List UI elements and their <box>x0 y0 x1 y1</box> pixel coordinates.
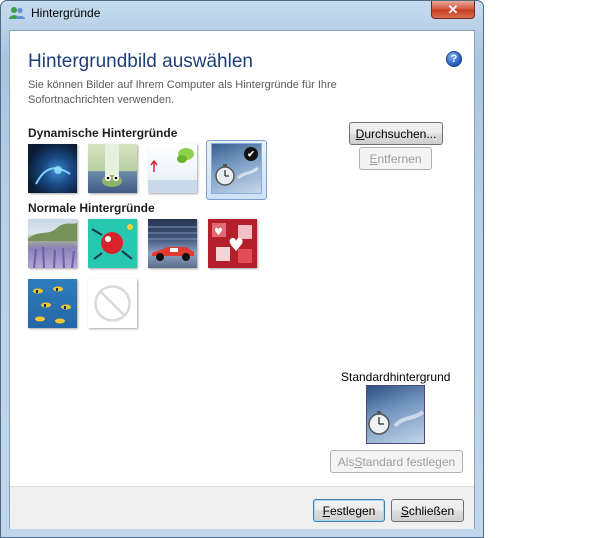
standard-background-thumb <box>366 385 425 444</box>
dynamic-bg-blue-creatures[interactable] <box>28 144 77 193</box>
dialog-content: Hintergrundbild auswählen ? Sie können B… <box>9 30 475 529</box>
messenger-buddies-icon <box>9 6 25 20</box>
close-button[interactable]: Schließen <box>391 499 464 522</box>
close-label: chließen <box>408 503 455 518</box>
apply-mnemonic: F <box>322 503 330 518</box>
set-default-mnemonic: S <box>354 454 363 469</box>
svg-text:♥: ♥ <box>228 235 244 256</box>
browse-button[interactable]: Durchsuchen... <box>349 122 443 145</box>
description-text: Sie können Bilder auf Ihrem Computer als… <box>28 79 337 106</box>
normal-bg-fish[interactable] <box>28 279 77 328</box>
normal-bg-race-car[interactable] <box>148 219 197 268</box>
close-icon: ✕ <box>447 1 459 17</box>
normal-bg-none[interactable] <box>88 279 137 328</box>
set-default-pre: Als <box>337 454 355 469</box>
dynamic-section-label: Dynamische Hintergründe <box>28 126 178 140</box>
dialog-footer: Festlegen Schließen <box>10 487 474 529</box>
set-default-post: tandard festlegen <box>362 454 456 469</box>
remove-button[interactable]: Entfernen <box>359 147 432 170</box>
checkmark-icon: ✔ <box>244 147 258 161</box>
dynamic-bg-cartoon-character[interactable] <box>88 144 137 193</box>
normal-section-label: Normale Hintergründe <box>28 201 155 215</box>
close-window-button[interactable]: ✕ <box>431 1 475 19</box>
dynamic-bg-green-butterfly[interactable] <box>148 144 197 193</box>
close-mnemonic: S <box>400 503 409 518</box>
dialog-window: Hintergründe ✕ Hintergrundbild auswählen… <box>0 0 484 538</box>
title-bar[interactable]: Hintergründe ✕ <box>1 1 483 25</box>
help-icon[interactable]: ? <box>446 51 462 67</box>
window-title: Hintergründe <box>31 6 101 20</box>
apply-button[interactable]: Festlegen <box>313 499 385 522</box>
page-title: Hintergrundbild auswählen <box>28 51 253 72</box>
remove-label: ntfernen <box>377 151 422 166</box>
dynamic-bg-stopwatch[interactable]: ✔ <box>211 143 262 194</box>
normal-bg-lavender[interactable] <box>28 219 77 268</box>
svg-text:♥: ♥ <box>214 227 223 238</box>
set-as-default-button[interactable]: Als Standard festlegen <box>330 450 463 473</box>
normal-bg-frog-turquoise[interactable] <box>88 219 137 268</box>
standard-background-label: Standardhintergrund <box>341 370 451 384</box>
help-label: ? <box>450 53 458 65</box>
remove-mnemonic: E <box>369 151 378 166</box>
apply-label: estlegen <box>329 503 376 518</box>
normal-bg-red-hearts[interactable]: ♥ ♥ <box>208 219 257 268</box>
browse-label: urchsuchen... <box>364 126 437 141</box>
browse-mnemonic: D <box>355 126 365 141</box>
